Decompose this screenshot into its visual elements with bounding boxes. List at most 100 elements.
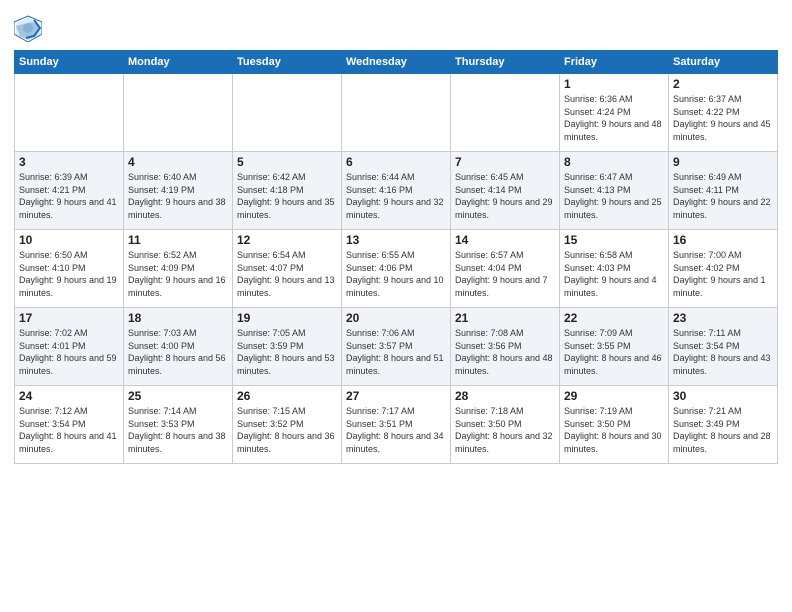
day-info-4: Sunrise: 6:40 AM Sunset: 4:19 PM Dayligh…	[128, 171, 228, 221]
day-info-22: Sunrise: 7:09 AM Sunset: 3:55 PM Dayligh…	[564, 327, 664, 377]
calendar-cell-w2-d4: 14Sunrise: 6:57 AM Sunset: 4:04 PM Dayli…	[451, 230, 560, 308]
week-row-1: 3Sunrise: 6:39 AM Sunset: 4:21 PM Daylig…	[15, 152, 778, 230]
day-info-3: Sunrise: 6:39 AM Sunset: 4:21 PM Dayligh…	[19, 171, 119, 221]
day-number-18: 18	[128, 311, 228, 325]
calendar-cell-w4-d2: 26 Sunrise: 7:15 AM Sunset: 3:52 PM Dayli…	[233, 386, 342, 464]
day-number-2: 2	[673, 77, 773, 91]
day-info-16: Sunrise: 7:00 AM Sunset: 4:02 PM Dayligh…	[673, 249, 773, 299]
day-info-24: Sunrise: 7:12 AM Sunset: 3:54 PM Dayligh…	[19, 405, 119, 455]
day-info-12: Sunrise: 6:54 AM Sunset: 4:07 PM Dayligh…	[237, 249, 337, 299]
calendar-table: Sunday Monday Tuesday Wednesday Thursday…	[14, 50, 778, 464]
calendar-cell-w2-d3: 13 Sunrise: 6:55 AM Sunset: 4:06 PM Dayli…	[342, 230, 451, 308]
th-friday: Friday	[560, 51, 669, 74]
day-number-13: 13	[346, 233, 446, 247]
calendar-cell-w4-d5: 29Sunrise: 7:19 AM Sunset: 3:50 PM Dayli…	[560, 386, 669, 464]
calendar-cell-w4-d6: 30Sunrise: 7:21 AM Sunset: 3:49 PM Dayli…	[669, 386, 778, 464]
calendar-cell-w2-d0: 10Sunrise: 6:50 AM Sunset: 4:10 PM Dayli…	[15, 230, 124, 308]
logo	[14, 14, 46, 42]
day-number-11: 11	[128, 233, 228, 247]
day-number-8: 8	[564, 155, 664, 169]
calendar-cell-w1-d2: 5 Sunrise: 6:42 AM Sunset: 4:18 PM Daylig…	[233, 152, 342, 230]
page: Sunday Monday Tuesday Wednesday Thursday…	[0, 0, 792, 612]
calendar-cell-w3-d2: 19Sunrise: 7:05 AM Sunset: 3:59 PM Dayli…	[233, 308, 342, 386]
day-number-28: 28	[455, 389, 555, 403]
calendar-cell-w1-d6: 9 Sunrise: 6:49 AM Sunset: 4:11 PM Daylig…	[669, 152, 778, 230]
calendar-cell-w1-d0: 3Sunrise: 6:39 AM Sunset: 4:21 PM Daylig…	[15, 152, 124, 230]
weekday-header-row: Sunday Monday Tuesday Wednesday Thursday…	[15, 51, 778, 74]
week-row-3: 17 Sunrise: 7:02 AM Sunset: 4:01 PM Dayli…	[15, 308, 778, 386]
calendar-cell-w3-d5: 22 Sunrise: 7:09 AM Sunset: 3:55 PM Dayli…	[560, 308, 669, 386]
day-info-19: Sunrise: 7:05 AM Sunset: 3:59 PM Dayligh…	[237, 327, 337, 377]
day-info-17: Sunrise: 7:02 AM Sunset: 4:01 PM Dayligh…	[19, 327, 119, 377]
calendar-cell-w3-d0: 17 Sunrise: 7:02 AM Sunset: 4:01 PM Dayli…	[15, 308, 124, 386]
day-info-9: Sunrise: 6:49 AM Sunset: 4:11 PM Dayligh…	[673, 171, 773, 221]
day-info-23: Sunrise: 7:11 AM Sunset: 3:54 PM Dayligh…	[673, 327, 773, 377]
day-number-30: 30	[673, 389, 773, 403]
day-number-9: 9	[673, 155, 773, 169]
calendar-cell-w1-d4: 7 Sunrise: 6:45 AM Sunset: 4:14 PM Daylig…	[451, 152, 560, 230]
week-row-0: 1 Sunrise: 6:36 AM Sunset: 4:24 PM Daylig…	[15, 74, 778, 152]
day-info-20: Sunrise: 7:06 AM Sunset: 3:57 PM Dayligh…	[346, 327, 446, 377]
calendar-cell-w3-d3: 20 Sunrise: 7:06 AM Sunset: 3:57 PM Dayli…	[342, 308, 451, 386]
calendar-cell-w1-d3: 6 Sunrise: 6:44 AM Sunset: 4:16 PM Daylig…	[342, 152, 451, 230]
th-sunday: Sunday	[15, 51, 124, 74]
day-info-10: Sunrise: 6:50 AM Sunset: 4:10 PM Dayligh…	[19, 249, 119, 299]
calendar-cell-w1-d1: 4 Sunrise: 6:40 AM Sunset: 4:19 PM Daylig…	[124, 152, 233, 230]
day-number-12: 12	[237, 233, 337, 247]
calendar-cell-w0-d1	[124, 74, 233, 152]
calendar-cell-w0-d2	[233, 74, 342, 152]
day-number-6: 6	[346, 155, 446, 169]
th-saturday: Saturday	[669, 51, 778, 74]
day-number-25: 25	[128, 389, 228, 403]
day-number-16: 16	[673, 233, 773, 247]
day-number-14: 14	[455, 233, 555, 247]
day-number-5: 5	[237, 155, 337, 169]
day-number-24: 24	[19, 389, 119, 403]
day-number-15: 15	[564, 233, 664, 247]
calendar-cell-w2-d6: 16 Sunrise: 7:00 AM Sunset: 4:02 PM Dayli…	[669, 230, 778, 308]
day-info-8: Sunrise: 6:47 AM Sunset: 4:13 PM Dayligh…	[564, 171, 664, 221]
calendar-cell-w0-d5: 1 Sunrise: 6:36 AM Sunset: 4:24 PM Daylig…	[560, 74, 669, 152]
week-row-2: 10Sunrise: 6:50 AM Sunset: 4:10 PM Dayli…	[15, 230, 778, 308]
calendar-cell-w1-d5: 8 Sunrise: 6:47 AM Sunset: 4:13 PM Daylig…	[560, 152, 669, 230]
day-number-7: 7	[455, 155, 555, 169]
day-info-7: Sunrise: 6:45 AM Sunset: 4:14 PM Dayligh…	[455, 171, 555, 221]
calendar-cell-w3-d4: 21 Sunrise: 7:08 AM Sunset: 3:56 PM Dayli…	[451, 308, 560, 386]
day-number-22: 22	[564, 311, 664, 325]
calendar-cell-w3-d1: 18 Sunrise: 7:03 AM Sunset: 4:00 PM Dayli…	[124, 308, 233, 386]
day-number-20: 20	[346, 311, 446, 325]
th-monday: Monday	[124, 51, 233, 74]
day-info-25: Sunrise: 7:14 AM Sunset: 3:53 PM Dayligh…	[128, 405, 228, 455]
day-number-4: 4	[128, 155, 228, 169]
calendar-cell-w0-d6: 2 Sunrise: 6:37 AM Sunset: 4:22 PM Daylig…	[669, 74, 778, 152]
calendar-cell-w2-d2: 12 Sunrise: 6:54 AM Sunset: 4:07 PM Dayli…	[233, 230, 342, 308]
day-info-15: Sunrise: 6:58 AM Sunset: 4:03 PM Dayligh…	[564, 249, 664, 299]
day-info-11: Sunrise: 6:52 AM Sunset: 4:09 PM Dayligh…	[128, 249, 228, 299]
calendar-cell-w2-d1: 11 Sunrise: 6:52 AM Sunset: 4:09 PM Dayli…	[124, 230, 233, 308]
calendar-cell-w0-d4	[451, 74, 560, 152]
th-tuesday: Tuesday	[233, 51, 342, 74]
th-thursday: Thursday	[451, 51, 560, 74]
day-number-21: 21	[455, 311, 555, 325]
day-info-13: Sunrise: 6:55 AM Sunset: 4:06 PM Dayligh…	[346, 249, 446, 299]
day-number-29: 29	[564, 389, 664, 403]
th-wednesday: Wednesday	[342, 51, 451, 74]
day-info-21: Sunrise: 7:08 AM Sunset: 3:56 PM Dayligh…	[455, 327, 555, 377]
calendar-cell-w4-d1: 25 Sunrise: 7:14 AM Sunset: 3:53 PM Dayli…	[124, 386, 233, 464]
day-number-1: 1	[564, 77, 664, 91]
calendar-cell-w4-d3: 27Sunrise: 7:17 AM Sunset: 3:51 PM Dayli…	[342, 386, 451, 464]
day-info-1: Sunrise: 6:36 AM Sunset: 4:24 PM Dayligh…	[564, 93, 664, 143]
day-number-17: 17	[19, 311, 119, 325]
header	[14, 10, 778, 42]
day-number-26: 26	[237, 389, 337, 403]
day-number-27: 27	[346, 389, 446, 403]
day-info-18: Sunrise: 7:03 AM Sunset: 4:00 PM Dayligh…	[128, 327, 228, 377]
day-info-6: Sunrise: 6:44 AM Sunset: 4:16 PM Dayligh…	[346, 171, 446, 221]
calendar-cell-w2-d5: 15 Sunrise: 6:58 AM Sunset: 4:03 PM Dayli…	[560, 230, 669, 308]
day-info-5: Sunrise: 6:42 AM Sunset: 4:18 PM Dayligh…	[237, 171, 337, 221]
day-info-2: Sunrise: 6:37 AM Sunset: 4:22 PM Dayligh…	[673, 93, 773, 143]
day-number-23: 23	[673, 311, 773, 325]
calendar-cell-w0-d3	[342, 74, 451, 152]
calendar-cell-w3-d6: 23 Sunrise: 7:11 AM Sunset: 3:54 PM Dayli…	[669, 308, 778, 386]
day-info-26: Sunrise: 7:15 AM Sunset: 3:52 PM Dayligh…	[237, 405, 337, 455]
